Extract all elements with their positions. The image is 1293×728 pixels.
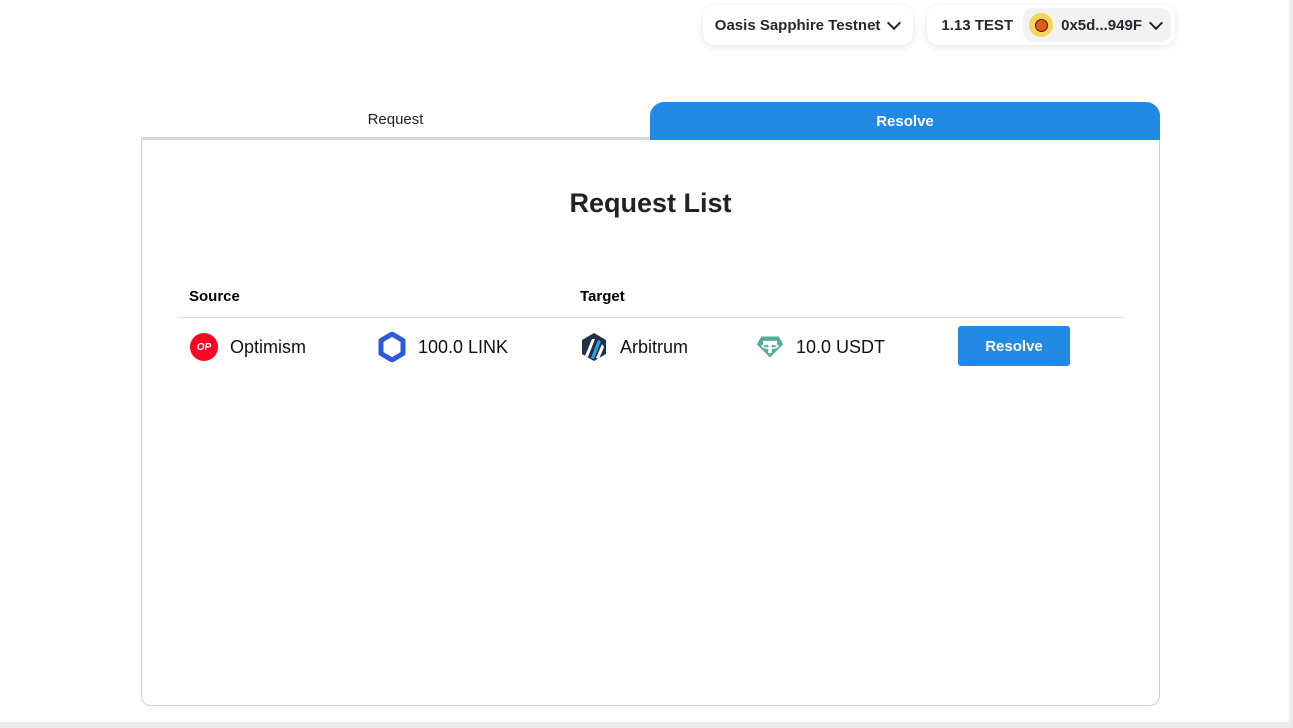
app-page: Oasis Sapphire Testnet 1.13 TEST 0x5d...… (0, 0, 1289, 722)
tether-icon (756, 333, 784, 361)
header-divider (178, 317, 1124, 318)
resolve-button[interactable]: Resolve (958, 326, 1070, 366)
wallet-bar: Oasis Sapphire Testnet 1.13 TEST 0x5d...… (702, 5, 1175, 45)
column-header-target: Target (580, 288, 625, 305)
column-header-source: Source (189, 288, 240, 305)
target-chain-cell: Arbitrum (580, 333, 689, 361)
network-selector[interactable]: Oasis Sapphire Testnet (702, 5, 914, 45)
source-amount-cell: 100.0 LINK (378, 332, 509, 362)
chainlink-icon (378, 332, 406, 362)
chevron-down-icon (887, 15, 902, 30)
balance-display: 1.13 TEST (941, 16, 1014, 34)
request-list-panel: Request List Source Target OP Optimism 1… (141, 140, 1160, 706)
arbitrum-icon (580, 333, 608, 361)
network-name: Oasis Sapphire Testnet (714, 16, 881, 34)
page-title: Request List (569, 188, 732, 218)
tab-bar: Request Resolve (141, 102, 1160, 142)
tab-request[interactable]: Request (141, 102, 650, 140)
tab-resolve[interactable]: Resolve (650, 102, 1160, 140)
address-chip[interactable]: 0x5d...949F (1023, 8, 1171, 42)
target-chain-name: Arbitrum (620, 336, 689, 357)
avatar (1029, 13, 1054, 37)
account-button[interactable]: 1.13 TEST 0x5d...949F (927, 5, 1175, 45)
source-chain-name: Optimism (230, 336, 306, 357)
target-amount-cell: 10.0 USDT (756, 335, 885, 359)
source-amount: 100.0 LINK (418, 336, 509, 357)
chevron-down-icon (1148, 15, 1164, 30)
target-amount: 10.0 USDT (796, 336, 886, 357)
wallet-address: 0x5d...949F (1061, 16, 1142, 34)
source-chain-cell: OP Optimism (190, 333, 306, 361)
optimism-icon: OP (190, 333, 218, 361)
